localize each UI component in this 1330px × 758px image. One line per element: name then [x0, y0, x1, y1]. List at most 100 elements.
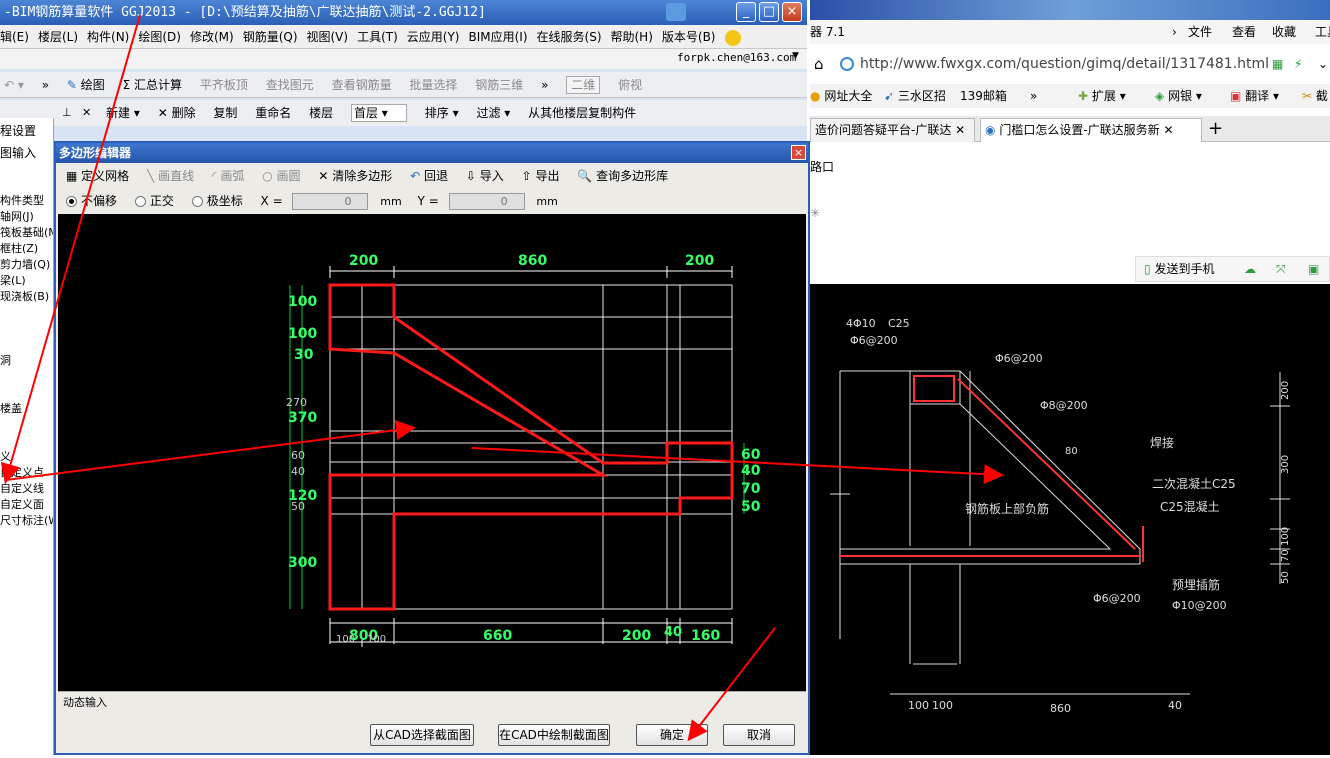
- copy-button[interactable]: 复制: [213, 100, 237, 126]
- sort-button[interactable]: 排序 ▾: [425, 100, 459, 126]
- close-icon[interactable]: ✕: [1163, 123, 1173, 137]
- tree-item-grid[interactable]: 轴网(J): [0, 208, 34, 224]
- pin-icon[interactable]: ⊥: [62, 100, 72, 126]
- chevron-down-icon[interactable]: ⌄: [1318, 52, 1328, 76]
- select-section-from-cad-button[interactable]: 从CAD选择截面图: [370, 724, 474, 746]
- menu-modify[interactable]: 修改(M): [190, 25, 234, 49]
- import-button[interactable]: ⇩ 导入: [466, 164, 504, 188]
- tree-item-dimension[interactable]: 尺寸标注(W): [0, 512, 53, 528]
- draw-button[interactable]: ✎ 绘图: [67, 72, 105, 98]
- chevron-right-icon[interactable]: ›: [1172, 20, 1177, 44]
- query-polygon-library-button[interactable]: 🔍 查询多边形库: [577, 164, 668, 188]
- overflow-icon[interactable]: »: [541, 72, 548, 98]
- browser-menu-view[interactable]: 查看: [1232, 20, 1256, 44]
- save-icon[interactable]: ▣: [1308, 257, 1319, 281]
- mode-orthogonal[interactable]: 正交: [134, 189, 174, 213]
- batch-select-button[interactable]: 批量选择: [409, 72, 457, 98]
- draw-section-in-cad-button[interactable]: 在CAD中绘制截面图: [498, 724, 610, 746]
- menu-cloud[interactable]: 云应用(Y): [407, 25, 460, 49]
- expand-icon[interactable]: ⤧: [1276, 257, 1286, 281]
- view-rebar-button[interactable]: 查看钢筋量: [332, 72, 392, 98]
- polygon-shape[interactable]: [328, 283, 734, 611]
- tree-item-opening[interactable]: 洞: [0, 352, 11, 368]
- url-input[interactable]: http://www.fwxgx.com/question/gimq/detai…: [860, 52, 1269, 76]
- menu-floor[interactable]: 楼层(L): [38, 25, 78, 49]
- dynamic-input-label[interactable]: 动态输入: [58, 691, 806, 715]
- smiley-icon[interactable]: [724, 29, 741, 46]
- find-element-button[interactable]: 查找图元: [266, 72, 314, 98]
- undo-icon[interactable]: ↶ ▾: [4, 72, 24, 98]
- rebar-3d-button[interactable]: 钢筋三维: [475, 72, 523, 98]
- align-slab-top-button[interactable]: 平齐板顶: [200, 72, 248, 98]
- browser-menu-tools[interactable]: 工具: [1315, 20, 1330, 44]
- minimize-button[interactable]: _: [736, 2, 756, 22]
- close-icon[interactable]: ✕: [955, 123, 965, 137]
- close-icon[interactable]: ✕: [82, 100, 91, 126]
- menu-draw[interactable]: 绘图(D): [138, 25, 181, 49]
- menu-help[interactable]: 帮助(H): [611, 25, 653, 49]
- floor-select[interactable]: 首层 ▾: [350, 104, 407, 122]
- draw-arc-button[interactable]: ◜ 画弧: [212, 164, 244, 188]
- ok-button[interactable]: 确定: [636, 724, 708, 746]
- tree-item-floor-cover[interactable]: 楼盖: [0, 400, 22, 416]
- tree-item-custom-face[interactable]: 自定义面: [0, 496, 44, 512]
- drawing-input-item[interactable]: 图输入: [0, 144, 36, 161]
- tree-item-custom[interactable]: 义: [0, 448, 11, 464]
- fav-extensions[interactable]: ✚ 扩展 ▾: [1078, 84, 1126, 108]
- fav-139mail[interactable]: 139邮箱: [960, 84, 1007, 108]
- menu-rebar-quantity[interactable]: 钢筋量(Q): [243, 25, 298, 49]
- tab-qa-platform[interactable]: 造价问题答疑平台-广联达 ✕: [810, 118, 975, 142]
- tree-item-raft[interactable]: 筏板基础(M): [0, 224, 53, 240]
- y-input[interactable]: 0: [448, 193, 525, 210]
- lightning-icon[interactable]: ⚡: [1294, 52, 1302, 76]
- x-input[interactable]: 0: [292, 193, 369, 210]
- fav-online-bank[interactable]: ◈ 网银 ▾: [1155, 84, 1202, 108]
- delete-button[interactable]: ✕ 删除: [158, 100, 196, 126]
- tree-item-custom-point[interactable]: 自定义点: [0, 464, 44, 480]
- draw-line-button[interactable]: ╲ 画直线: [147, 164, 194, 188]
- menu-bim[interactable]: BIM应用(I): [468, 25, 527, 49]
- fav-sanshui[interactable]: ➹ 三水区招: [884, 84, 946, 108]
- mode-polar[interactable]: 极坐标: [191, 189, 243, 213]
- browser-menu-favorites[interactable]: 收藏: [1272, 20, 1296, 44]
- close-icon[interactable]: ✳: [810, 206, 820, 220]
- top-view-button[interactable]: 俯视: [618, 72, 642, 98]
- menu-view[interactable]: 视图(V): [307, 25, 349, 49]
- send-to-phone-button[interactable]: ▯ 发送到手机: [1144, 257, 1214, 281]
- view-mode-select[interactable]: 二维: [566, 76, 601, 94]
- project-settings-item[interactable]: 程设置: [0, 122, 36, 139]
- maximize-button[interactable]: □: [759, 2, 779, 22]
- cancel-button[interactable]: 取消: [723, 724, 795, 746]
- menu-tools[interactable]: 工具(T): [357, 25, 398, 49]
- fav-sites[interactable]: ● 网址大全: [810, 84, 872, 108]
- tree-item-shear-wall[interactable]: 剪力墙(Q): [0, 256, 50, 272]
- overflow-icon[interactable]: »: [1030, 84, 1037, 108]
- define-grid-button[interactable]: ▦ 定义网格: [66, 164, 129, 188]
- qr-icon[interactable]: ▦: [1272, 52, 1283, 76]
- undo-button[interactable]: ↶ 回退: [410, 164, 448, 188]
- rename-button[interactable]: 重命名: [255, 100, 291, 126]
- tree-item-beam[interactable]: 梁(L): [0, 272, 26, 288]
- tab-threshold[interactable]: ◉ 门槛口怎么设置-广联达服务新 ✕: [980, 118, 1202, 142]
- new-button[interactable]: 新建 ▾: [106, 100, 140, 126]
- fav-translate[interactable]: ▣ 翻译 ▾: [1230, 84, 1279, 108]
- tree-item-custom-line[interactable]: 自定义线: [0, 480, 44, 496]
- tree-item-column[interactable]: 框柱(Z): [0, 240, 38, 256]
- summary-calc-button[interactable]: Σ 汇总计算: [123, 72, 182, 98]
- fav-screenshot[interactable]: ✂ 截: [1302, 84, 1328, 108]
- account-label[interactable]: forpk.chen@163.com: [677, 51, 796, 64]
- export-button[interactable]: ⇧ 导出: [522, 164, 560, 188]
- tree-item-slab[interactable]: 现浇板(B): [0, 288, 49, 304]
- menu-component[interactable]: 构件(N): [87, 25, 129, 49]
- cloud-icon[interactable]: ☁: [1244, 257, 1256, 281]
- menu-version[interactable]: 版本号(B): [662, 25, 716, 49]
- tree-item-type[interactable]: 构件类型: [0, 192, 44, 208]
- chevron-down-icon[interactable]: ▼: [792, 51, 799, 61]
- new-tab-button[interactable]: +: [1208, 118, 1223, 140]
- dialog-close-button[interactable]: ×: [791, 145, 806, 160]
- polygon-canvas[interactable]: 200 860 200 800 660 200 40 160 100 100 1…: [58, 214, 806, 691]
- menu-edit[interactable]: 辑(E): [0, 25, 29, 49]
- filter-button[interactable]: 过滤 ▾: [476, 100, 510, 126]
- menu-online-service[interactable]: 在线服务(S): [537, 25, 602, 49]
- mode-no-offset[interactable]: 不偏移: [66, 189, 117, 213]
